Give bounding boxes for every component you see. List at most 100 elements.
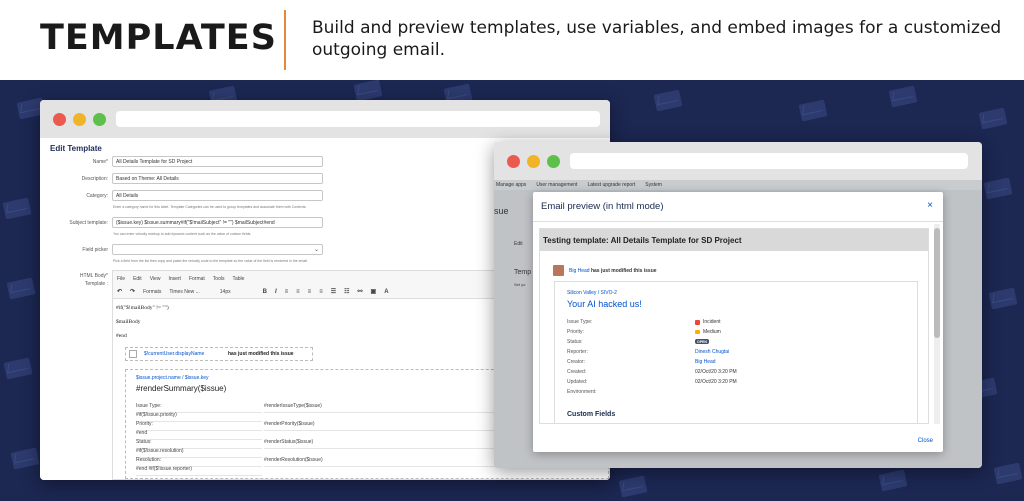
window-titlebar <box>494 142 982 180</box>
field-label: Issue Type: <box>567 319 593 325</box>
description-label: Description: <box>81 176 108 182</box>
envelope-icon <box>2 197 32 220</box>
page-title: TEMPLATES <box>40 18 277 58</box>
field-label: Environment: <box>567 389 597 395</box>
align-left-icon[interactable]: ≡ <box>285 289 289 295</box>
minimize-window-dot[interactable] <box>73 113 86 126</box>
status-badge: OPEN <box>695 339 709 344</box>
menu-view[interactable]: View <box>150 276 161 282</box>
avatar <box>553 265 564 276</box>
address-bar[interactable] <box>116 111 600 127</box>
envelope-icon <box>10 447 40 470</box>
address-bar[interactable] <box>570 153 968 169</box>
category-field[interactable]: All Details <box>112 190 323 201</box>
issue-card: Silicon Valley / SIVO-2 Your AI hacked u… <box>554 281 918 423</box>
align-justify-icon[interactable]: ≡ <box>319 289 323 295</box>
redo-icon[interactable]: ↷ <box>130 288 135 295</box>
numbered-list-icon[interactable]: ☷ <box>344 288 349 295</box>
envelope-icon <box>353 80 383 102</box>
code-line: $mailBody <box>116 319 141 325</box>
email-preview-content: Testing template: All Details Template f… <box>539 228 929 424</box>
field-picker-select[interactable]: ⌄ <box>112 244 323 255</box>
minimize-window-dot[interactable] <box>527 155 540 168</box>
creator-link[interactable]: Big Head <box>695 359 716 365</box>
user-name-link[interactable]: Big Head <box>569 268 590 274</box>
avatar-image-placeholder <box>129 350 137 358</box>
user-template-block: $!currentUser.displayName has just modif… <box>125 347 313 361</box>
incident-icon <box>695 319 700 325</box>
nav-system[interactable]: System <box>645 182 662 188</box>
priority-value: Medium <box>703 329 721 335</box>
edit-fragment: Edit <box>514 241 523 247</box>
field-picker-label: Field picker <box>82 247 108 253</box>
field-picker-help-text: Pick a field from the list then copy and… <box>113 259 308 263</box>
dialog-scrollbar[interactable] <box>934 224 940 424</box>
field-label: Priority: <box>567 329 584 335</box>
email-preview-dialog: Email preview (in html mode) × Testing t… <box>533 192 943 452</box>
priority-medium-icon <box>695 330 700 334</box>
dialog-header: Email preview (in html mode) × <box>533 192 943 222</box>
menu-edit[interactable]: Edit <box>133 276 142 282</box>
nav-manage-apps[interactable]: Manage apps <box>496 182 526 188</box>
header-banner: TEMPLATES Build and preview templates, u… <box>0 0 1024 80</box>
italic-icon[interactable]: I <box>275 289 277 295</box>
close-window-dot[interactable] <box>507 155 520 168</box>
maximize-window-dot[interactable] <box>93 113 106 126</box>
nav-user-management[interactable]: User management <box>536 182 577 188</box>
envelope-icon <box>888 85 918 108</box>
maximize-window-dot[interactable] <box>547 155 560 168</box>
envelope-icon <box>3 357 33 380</box>
envelope-icon <box>983 177 1013 200</box>
custom-fields-heading: Custom Fields <box>567 411 616 418</box>
description-field[interactable]: Based on Theme: All Details <box>112 173 323 184</box>
admin-nav: Manage apps User management Latest upgra… <box>494 180 982 190</box>
close-window-dot[interactable] <box>53 113 66 126</box>
image-icon[interactable]: ▣ <box>371 288 377 295</box>
menu-tools[interactable]: Tools <box>213 276 225 282</box>
font-size-dropdown[interactable]: 14px <box>220 289 231 295</box>
header-divider <box>284 10 286 70</box>
align-center-icon[interactable]: ≡ <box>296 289 300 295</box>
testing-template-bar: Testing template: All Details Template f… <box>540 229 928 251</box>
subject-help-text: You can enter velocity markup to add dyn… <box>113 232 252 236</box>
chevron-down-icon: ⌄ <box>313 247 319 253</box>
category-help-text: Enter a category name for this label. Te… <box>113 205 307 209</box>
menu-table[interactable]: Table <box>232 276 244 282</box>
envelope-icon <box>653 89 683 112</box>
envelope-icon <box>6 277 36 300</box>
category-label: Category: <box>86 193 108 199</box>
issue-summary-link[interactable]: Your AI hacked us! <box>567 299 642 309</box>
modified-by-line: Big Head has just modified this issue <box>569 268 657 274</box>
field-value-status: OPEN <box>695 339 709 344</box>
subject-field[interactable]: ($issue.key) $issue.summary#if("$!mailSu… <box>112 217 323 228</box>
nav-latest-upgrade-report[interactable]: Latest upgrade report <box>587 182 635 188</box>
text-color-icon[interactable]: A <box>384 289 388 295</box>
project-path-link[interactable]: Silicon Valley / SIVO-2 <box>567 290 617 296</box>
page-description: Build and preview templates, use variabl… <box>312 18 1002 60</box>
close-button[interactable]: Close <box>918 438 933 444</box>
envelope-icon <box>993 462 1023 485</box>
field-label: Creator: <box>567 359 586 365</box>
form-title: Edit Template <box>50 144 102 153</box>
field-row-value: #renderStatus($issue) <box>264 439 524 449</box>
menu-insert[interactable]: Insert <box>168 276 181 282</box>
name-field[interactable]: All Details Template for SD Project <box>112 156 323 167</box>
issue-type-value: Incident <box>703 319 721 325</box>
close-icon[interactable]: × <box>927 200 933 211</box>
align-right-icon[interactable]: ≡ <box>308 289 312 295</box>
modified-suffix: has just modified this issue <box>590 268 657 274</box>
updated-value: 02/Oct/20 3:20 PM <box>695 379 737 385</box>
formats-dropdown[interactable]: Formats <box>143 289 161 295</box>
scrollbar-thumb[interactable] <box>934 228 940 338</box>
undo-icon[interactable]: ↶ <box>117 288 122 295</box>
bold-icon[interactable]: B <box>263 289 267 295</box>
bullet-list-icon[interactable]: ☰ <box>331 288 336 295</box>
field-row-value: #renderPriority($issue) <box>264 421 524 431</box>
menu-format[interactable]: Format <box>189 276 205 282</box>
reporter-link[interactable]: Dinesh Chugtai <box>695 349 729 355</box>
menu-file[interactable]: File <box>117 276 125 282</box>
html-body-label: HTML Body* <box>79 273 108 279</box>
link-icon[interactable]: ⚯ <box>357 288 362 295</box>
settings-fragment: Set yo <box>514 282 526 287</box>
font-family-dropdown[interactable]: Times New ... <box>169 289 199 295</box>
